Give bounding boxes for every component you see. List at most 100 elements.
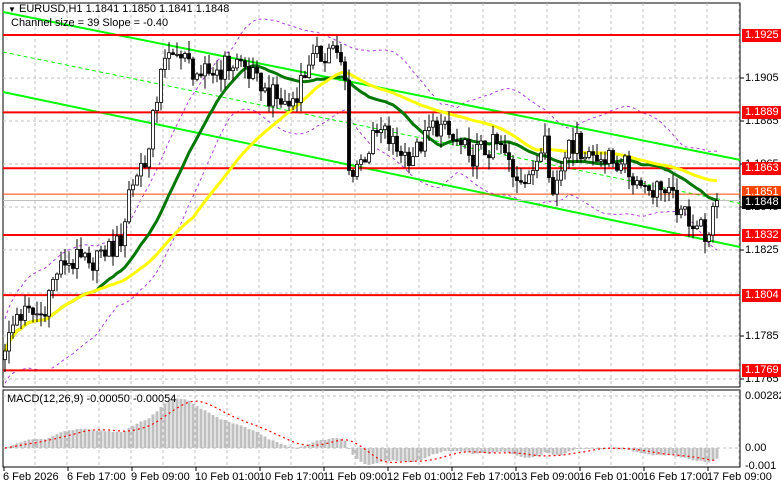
candle-bear xyxy=(523,181,527,185)
macd-histogram-bar xyxy=(267,439,271,448)
macd-histogram-bar xyxy=(35,439,39,448)
macd-histogram-bar xyxy=(347,448,351,449)
macd-histogram-bar xyxy=(79,428,83,448)
candle-bull xyxy=(15,314,19,326)
candle-bull xyxy=(235,58,239,69)
macd-histogram-bar xyxy=(371,448,375,464)
candle-bull xyxy=(215,69,219,76)
macd-histogram-bar xyxy=(447,448,451,451)
macd-histogram-bar xyxy=(91,430,95,448)
candle-bear xyxy=(487,154,491,159)
candle-bear xyxy=(19,314,23,321)
candle-bear xyxy=(243,60,247,67)
macd-histogram-bar xyxy=(387,448,391,461)
macd-histogram-bar xyxy=(107,431,111,448)
candle-bear xyxy=(339,52,343,63)
macd-histogram-bar xyxy=(455,448,459,452)
candle-bear xyxy=(459,140,463,146)
macd-histogram-bar xyxy=(443,448,447,452)
candle-bull xyxy=(359,159,363,165)
candle-bear xyxy=(399,150,403,156)
candle-bear xyxy=(219,69,223,80)
macd-tick-label: 0.00282 xyxy=(745,389,781,402)
macd-histogram-bar xyxy=(235,424,239,448)
collapse-arrow-icon[interactable]: ▼ xyxy=(8,5,16,14)
candle-bear xyxy=(207,63,211,74)
macd-histogram-bar xyxy=(159,407,163,448)
macd-histogram-bar xyxy=(691,448,695,461)
candle-bull xyxy=(291,98,295,107)
candle-bear xyxy=(643,185,647,187)
macd-histogram-bar xyxy=(431,448,435,455)
candle-bull xyxy=(99,249,103,252)
candle-bull xyxy=(391,135,395,145)
macd-histogram-bar xyxy=(351,448,355,455)
macd-histogram-bar xyxy=(199,408,203,448)
candle-bear xyxy=(447,120,451,135)
candle-bull xyxy=(195,73,199,80)
macd-histogram-bar xyxy=(559,448,563,455)
candle-bear xyxy=(87,252,91,264)
candle-bear xyxy=(591,151,595,156)
candle-bull xyxy=(599,159,603,162)
candle-bear xyxy=(295,98,299,103)
candle-bear xyxy=(335,45,339,53)
candle-bull xyxy=(127,189,131,223)
candle-bull xyxy=(123,221,127,247)
macd-histogram-bar xyxy=(215,416,219,448)
candle-bear xyxy=(31,307,35,315)
macd-histogram-bar xyxy=(67,430,71,448)
candle-bull xyxy=(563,157,567,172)
candle-bear xyxy=(171,52,175,55)
macd-histogram-bar xyxy=(39,439,43,448)
candle-bear xyxy=(91,262,95,271)
macd-histogram-bar xyxy=(411,448,415,462)
macd-histogram-bar xyxy=(239,425,243,448)
candle-bull xyxy=(583,156,587,160)
candle-bull xyxy=(555,179,559,195)
macd-histogram-bar xyxy=(31,439,35,448)
level-label: 1.1832 xyxy=(742,228,781,242)
macd-histogram-bar xyxy=(551,448,555,456)
candle-bear xyxy=(603,159,607,164)
candle-bull xyxy=(367,153,371,163)
candle-bull xyxy=(163,57,167,70)
macd-histogram-bar xyxy=(495,448,499,453)
macd-histogram-bar xyxy=(283,445,287,448)
price-chart[interactable] xyxy=(0,0,781,489)
macd-histogram-bar xyxy=(151,414,155,448)
macd-histogram-bar xyxy=(287,446,291,448)
macd-histogram-bar xyxy=(259,434,263,448)
macd-histogram-bar xyxy=(255,431,259,448)
candle-bull xyxy=(535,160,539,171)
candle-bull xyxy=(479,140,483,145)
macd-histogram-bar xyxy=(299,446,303,448)
macd-histogram-bar xyxy=(207,412,211,448)
macd-histogram-bar xyxy=(391,448,395,461)
candle-bull xyxy=(23,305,27,321)
candle-bear xyxy=(407,151,411,166)
macd-histogram-bar xyxy=(171,399,175,448)
macd-histogram-bar xyxy=(579,448,583,449)
candle-bear xyxy=(287,100,291,107)
macd-histogram-bar xyxy=(315,440,319,448)
macd-histogram-bar xyxy=(99,430,103,448)
candle-bull xyxy=(679,208,683,216)
candle-bear xyxy=(507,152,511,160)
candle-bull xyxy=(475,144,479,167)
candle-bull xyxy=(183,53,187,59)
candle-bear xyxy=(227,55,231,72)
candle-bull xyxy=(55,273,59,280)
macd-histogram-bar xyxy=(423,448,427,459)
macd-histogram-bar xyxy=(659,448,663,456)
candle-bull xyxy=(463,139,467,146)
candle-bear xyxy=(43,314,47,317)
macd-histogram-bar xyxy=(563,448,567,454)
candle-bull xyxy=(3,350,7,361)
candle-bear xyxy=(255,67,259,74)
macd-histogram-bar xyxy=(251,430,255,448)
candle-bull xyxy=(543,135,547,154)
macd-histogram-bar xyxy=(439,448,443,453)
macd-histogram-bar xyxy=(403,448,407,462)
candle-bear xyxy=(191,58,195,80)
